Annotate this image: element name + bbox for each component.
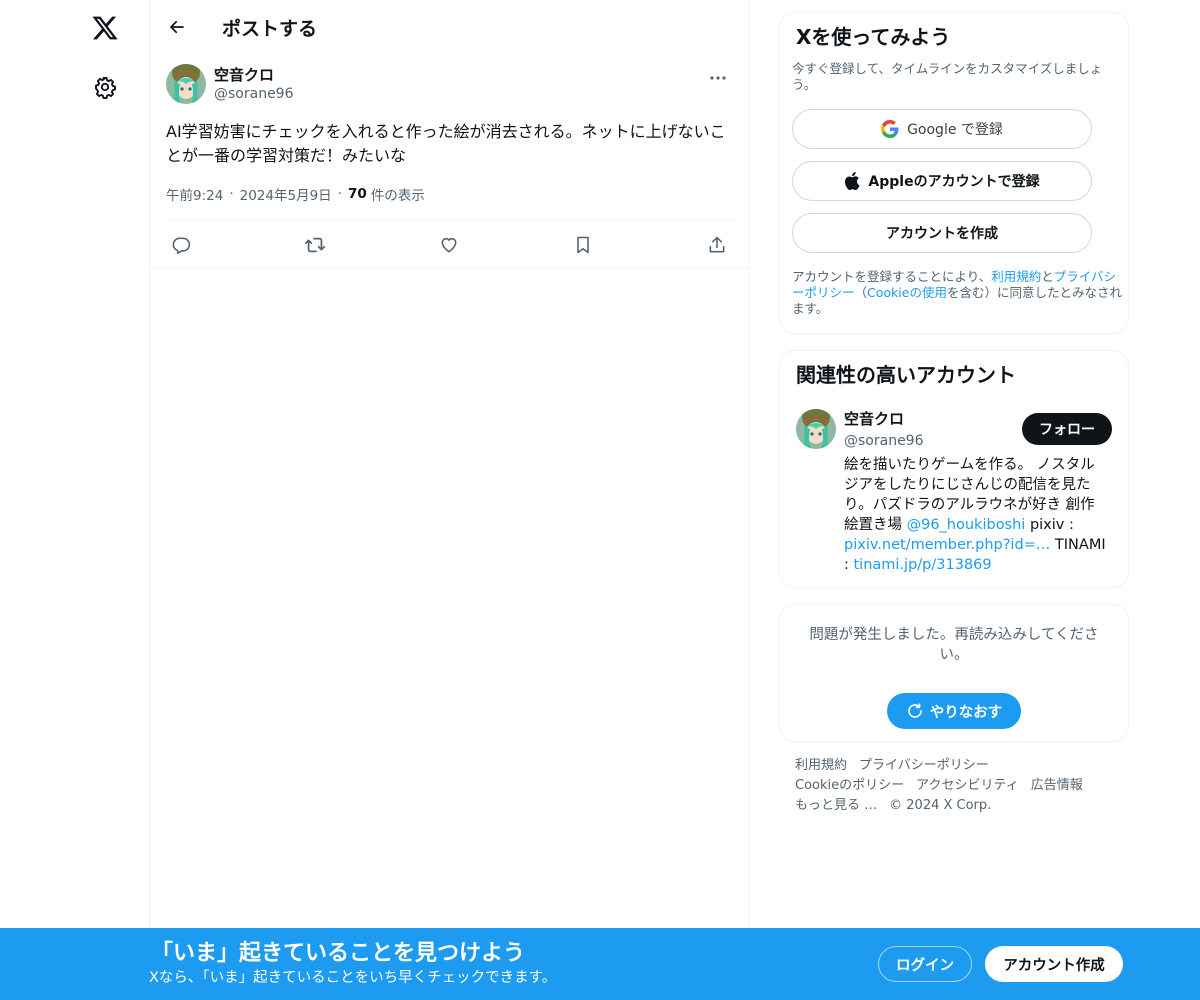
retry-button[interactable]: やりなおす [887,693,1021,729]
bio-mention-link[interactable]: @96_houkiboshi [907,517,1026,533]
signup-card: Xを使ってみよう 今すぐ登録して、タイムラインをカスタマイズしましょう。 Goo… [779,12,1129,334]
arrow-left-icon[interactable] [166,16,188,38]
banner-subtitle: Xなら、「いま」起きていることをいち早くチェックできます。 [149,970,557,986]
footer-link-accessibility[interactable]: アクセシビリティ [916,778,1019,793]
bio-tinami-link[interactable]: tinami.jp/p/313869 [854,557,992,573]
banner-title: 「いま」起きていることを見つけよう [151,941,526,966]
terms-text: アカウントを登録することにより、利用規約とプライバシーポリシー（Cookieの使… [792,269,1122,317]
right-sidebar: Xを使ってみよう 今すぐ登録して、タイムラインをカスタマイズしましょう。 Goo… [779,12,1129,816]
terms-of-service-link[interactable]: 利用規約 [991,269,1041,284]
footer-link-cookie[interactable]: Cookieのポリシー [795,778,904,793]
follow-button[interactable]: フォロー [1022,413,1112,445]
views-label: 件の表示 [370,188,425,204]
google-icon [881,120,899,138]
footer-link-ads[interactable]: 広告情報 [1031,778,1083,793]
related-accounts-card: 関連性の高いアカウント 空音クロ @sorane96 絵を描いたりゲームを作る。… [779,350,1129,588]
related-account[interactable]: 空音クロ @sorane96 絵を描いたりゲームを作る。 ノスタルジアをしたりに… [796,409,1112,575]
author-block: 空音クロ @sorane96 [214,66,294,104]
more-options-icon[interactable] [706,70,730,86]
signup-button[interactable]: アカウント作成 [985,946,1123,982]
google-signup-button[interactable]: Google で登録 [792,109,1092,149]
bottom-banner: 「いま」起きていることを見つけよう Xなら、「いま」起きていることをいち早くチェ… [0,928,1200,1000]
repost-icon[interactable] [304,234,326,256]
post-header: 空音クロ @sorane96 [166,64,732,112]
terms-before: アカウントを登録することにより、 [792,269,992,284]
related-title: 関連性の高いアカウント [796,363,1016,387]
error-card: 問題が発生しました。再読み込みしてください。 やりなおす [779,604,1129,742]
signup-title: Xを使ってみよう [796,25,951,49]
share-icon[interactable] [706,234,728,256]
main-column: ポストする 空音クロ @sorane96 AI学習妨害にチェックを入れると作った… [149,0,749,1000]
retry-label: やりなおす [929,704,1003,721]
post-time[interactable]: 午前9:24 [166,184,223,204]
avatar[interactable] [166,64,206,104]
app-root: ポストする 空音クロ @sorane96 AI学習妨害にチェックを入れると作った… [0,0,1200,1000]
footer-link-more[interactable]: もっと見る … [795,798,877,813]
post-meta: 午前9:24 · 2024年5月9日 · 70 件の表示 [166,184,732,204]
bio-pixiv-link[interactable]: pixiv.net/member.php?id=… [844,537,1050,553]
views-count: 70 [347,186,367,202]
meta-separator: · [337,186,342,202]
apple-signup-label: Appleのアカウントで登録 [868,174,1040,190]
page-title: ポストする [222,17,318,40]
meta-separator: · [229,186,234,202]
top-bar: ポストする [150,0,748,54]
apple-signup-button[interactable]: Appleのアカウントで登録 [792,161,1092,201]
left-nav [0,0,150,1000]
post-date[interactable]: 2024年5月9日 [240,184,332,204]
gear-icon[interactable] [91,73,119,101]
terms-paren: （ [854,285,868,300]
apple-icon [844,172,860,190]
footer-copyright: © 2024 X Corp. [889,798,992,813]
error-message: 問題が発生しました。再読み込みしてください。 [809,627,1099,663]
bookmark-icon[interactable] [572,234,594,256]
x-logo-icon[interactable] [89,12,121,44]
post-actions [166,220,732,268]
post: 空音クロ @sorane96 AI学習妨害にチェックを入れると作った絵が消去され… [150,54,748,268]
author-name[interactable]: 空音クロ [214,66,294,84]
like-icon[interactable] [438,234,460,256]
avatar[interactable] [796,409,836,449]
login-button[interactable]: ログイン [878,946,972,982]
refresh-icon [906,702,924,720]
post-text: AI学習妨害にチェックを入れると作った絵が消去される。ネットに上げないことが一番… [166,122,726,165]
footer-links: 利用規約 プライバシーポリシー Cookieのポリシー アクセシビリティ 広告情報 も… [779,756,1129,816]
related-account-bio: 絵を描いたりゲームを作る。 ノスタルジアをしたりにじさんじの配信を見たり。パズド… [844,455,1106,575]
create-account-button[interactable]: アカウントを作成 [792,213,1092,253]
signup-subtitle: 今すぐ登録して、タイムラインをカスタマイズしましょう。 [792,61,1103,92]
footer-link-terms[interactable]: 利用規約 [795,758,847,773]
author-handle[interactable]: @sorane96 [214,84,294,104]
footer-link-privacy[interactable]: プライバシーポリシー [859,758,989,773]
cookie-use-link[interactable]: Cookieの使用 [867,285,947,300]
bio-text: pixiv : [1025,517,1074,533]
terms-and: と [1041,269,1054,284]
google-signup-label: Google で登録 [907,122,1003,138]
reply-icon[interactable] [170,234,192,256]
post-divider [150,268,748,269]
